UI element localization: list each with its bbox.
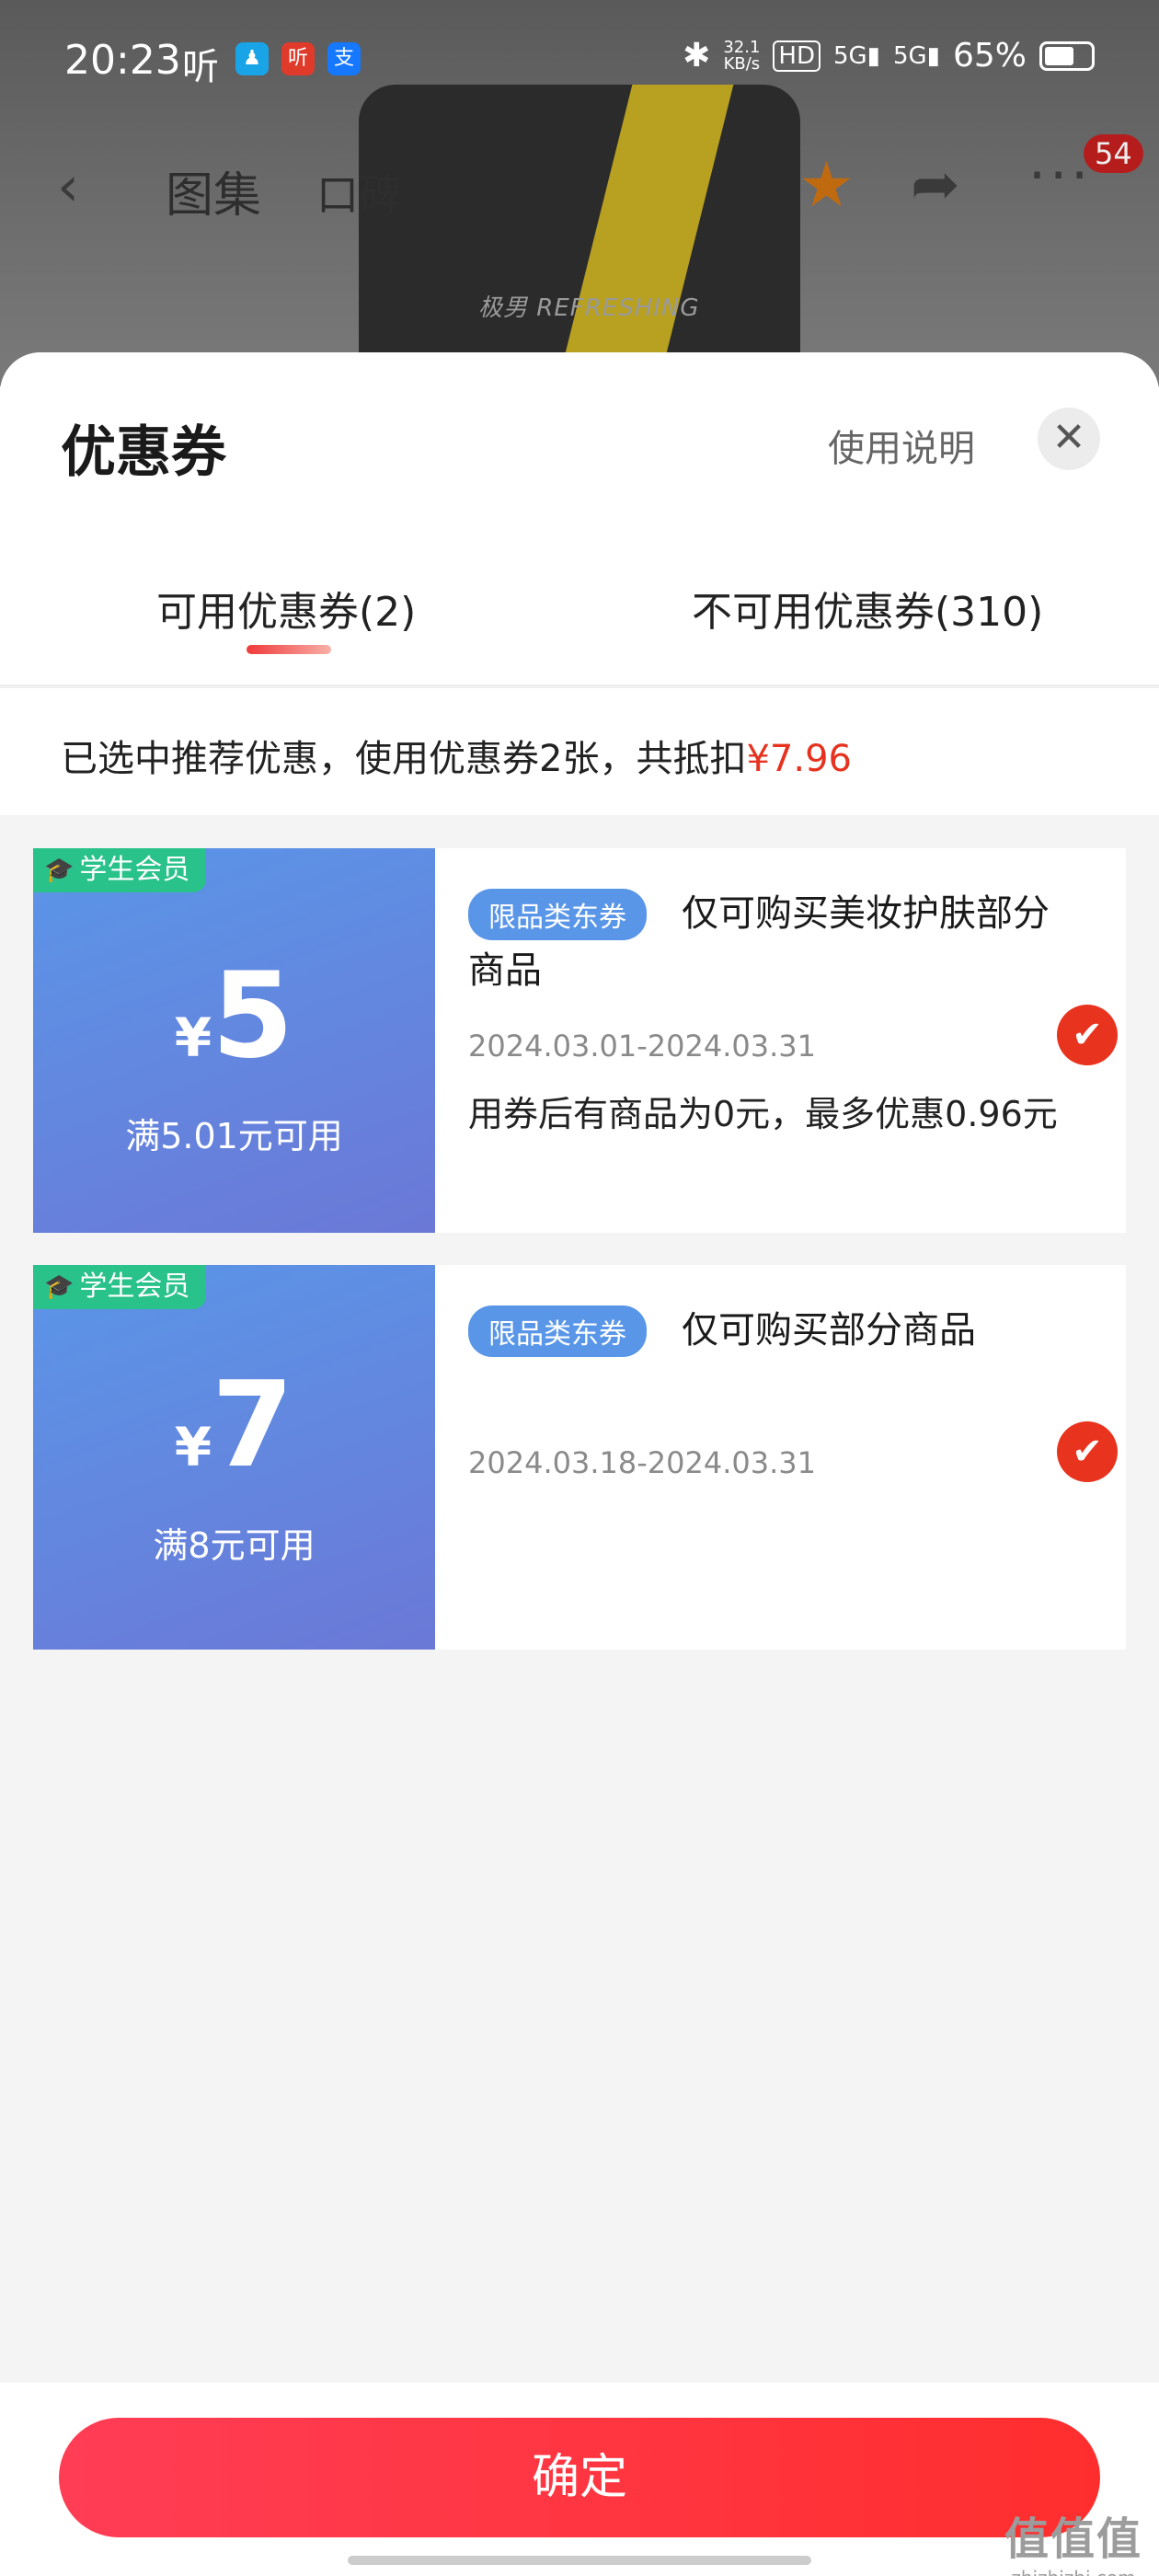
coupon-threshold: 满8元可用 <box>153 1525 316 1566</box>
bluetooth-icon: ✱ <box>683 37 711 75</box>
selected-check-icon[interactable]: ✔ <box>1057 1421 1118 1482</box>
star-icon[interactable]: ★ <box>798 149 855 222</box>
student-member-tag: 🎓 学生会员 <box>33 1265 207 1309</box>
product-image: 极男 REFRESHING <box>359 85 800 386</box>
usage-instructions-link[interactable]: 使用说明 <box>828 419 975 472</box>
tab-gallery[interactable]: 图集 <box>166 156 261 225</box>
coupon-note: 用券后有商品为0元，最多优惠0.96元 <box>468 1094 1058 1134</box>
coupon-value-panel: 🎓 学生会员 ¥5 满5.01元可用 <box>26 848 435 1233</box>
qq-icon: ♟ <box>235 42 269 75</box>
selected-check-icon[interactable]: ✔ <box>1057 1005 1118 1065</box>
product-stripe <box>535 85 743 386</box>
more-icon[interactable]: ··· <box>1028 144 1092 208</box>
tab-reviews[interactable]: 口碑 <box>316 162 401 223</box>
summary-amount: ¥7.96 <box>746 738 852 780</box>
product-navbar: ‹ 图集 口碑 ★ ➦ ··· 54 <box>0 134 1159 230</box>
tab-unavailable-coupons[interactable]: 不可用优惠券(310) <box>692 579 1043 638</box>
net-speed: 32.1 KB/s <box>723 37 761 74</box>
back-icon[interactable]: ‹ <box>57 155 79 219</box>
close-icon: ✕ <box>1051 414 1086 461</box>
active-tab-indicator <box>247 645 331 654</box>
coupon-details: 限品类东券 仅可购买美妆护肤部分商品 2024.03.01-2024.03.31… <box>435 848 1126 1233</box>
status-bar: 20:23 听 ♟ 听 支 ✱ 32.1 KB/s HD 5G▮ 5G▮ 65% <box>0 28 1159 98</box>
background-product-page: 极男 REFRESHING 20:23 听 ♟ 听 支 ✱ 32.1 KB/s … <box>0 0 1159 386</box>
hd-icon: HD <box>773 40 820 72</box>
signal-5g-icon: 5G▮ <box>832 41 880 70</box>
share-icon[interactable]: ➦ <box>911 151 960 219</box>
coupon-value-panel: 🎓 学生会员 ¥7 满8元可用 <box>26 1265 435 1650</box>
sheet-header: 优惠券 使用说明 ✕ 可用优惠券(2) 不可用优惠券(310) <box>0 352 1159 686</box>
graduation-cap-icon: 🎓 <box>44 857 75 884</box>
confirm-button[interactable]: 确定 <box>59 2418 1100 2537</box>
status-right: ✱ 32.1 KB/s HD 5G▮ 5G▮ 65% <box>683 37 1095 75</box>
coupon-sheet: 优惠券 使用说明 ✕ 可用优惠券(2) 不可用优惠券(310) 已选中推荐优惠，… <box>0 352 1159 2576</box>
watermark-logo: 值值值 zhizhizhi.com <box>1004 2513 1142 2576</box>
home-indicator[interactable] <box>348 2556 811 2565</box>
battery-icon <box>1039 40 1095 71</box>
discount-summary: 已选中推荐优惠，使用优惠券2张，共抵扣¥7.96 <box>0 686 1159 815</box>
coupon-amount: ¥5 <box>174 948 294 1085</box>
coupon-card[interactable]: 🎓 学生会员 ¥7 满8元可用 限品类东券 仅可购买部分商品 2024.03.18… <box>26 1265 1126 1650</box>
coupon-description: 仅可购买部分商品 <box>682 1309 976 1351</box>
summary-text: 已选中推荐优惠，使用优惠券2张，共抵扣¥7.96 <box>61 738 852 780</box>
tab-available-coupons[interactable]: 可用优惠券(2) <box>156 579 416 638</box>
coupon-amount: ¥7 <box>174 1357 294 1494</box>
message-badge: 54 <box>1084 134 1143 173</box>
coupon-validity: 2024.03.01-2024.03.31 <box>468 1029 816 1064</box>
close-button[interactable]: ✕ <box>1038 408 1100 470</box>
battery-percent: 65% <box>952 37 1027 75</box>
coupon-threshold: 满5.01元可用 <box>125 1116 343 1156</box>
alipay-icon: 支 <box>327 42 361 75</box>
coupon-details: 限品类东券 仅可购买部分商品 2024.03.18-2024.03.31 ✔ <box>435 1265 1126 1650</box>
coupon-description: 仅可购买美妆护肤部分商品 <box>468 892 1050 992</box>
graduation-cap-icon: 🎓 <box>44 1273 75 1301</box>
ting-app-icon: 听 <box>281 42 315 75</box>
status-ting: 听 <box>182 46 219 88</box>
sheet-title: 优惠券 <box>61 420 226 485</box>
signal-5g-2-icon: 5G▮ <box>892 41 940 70</box>
sheet-footer: 确定 值值值 zhizhizhi.com <box>0 2383 1159 2576</box>
status-time: 20:23 <box>64 37 181 84</box>
student-member-tag: 🎓 学生会员 <box>33 848 207 892</box>
coupon-card[interactable]: 🎓 学生会员 ¥5 满5.01元可用 限品类东券 仅可购买美妆护肤部分商品 202… <box>26 848 1126 1233</box>
battery-fill <box>1045 46 1073 65</box>
coupon-validity: 2024.03.18-2024.03.31 <box>468 1445 816 1480</box>
product-label: 极男 REFRESHING <box>478 294 700 322</box>
